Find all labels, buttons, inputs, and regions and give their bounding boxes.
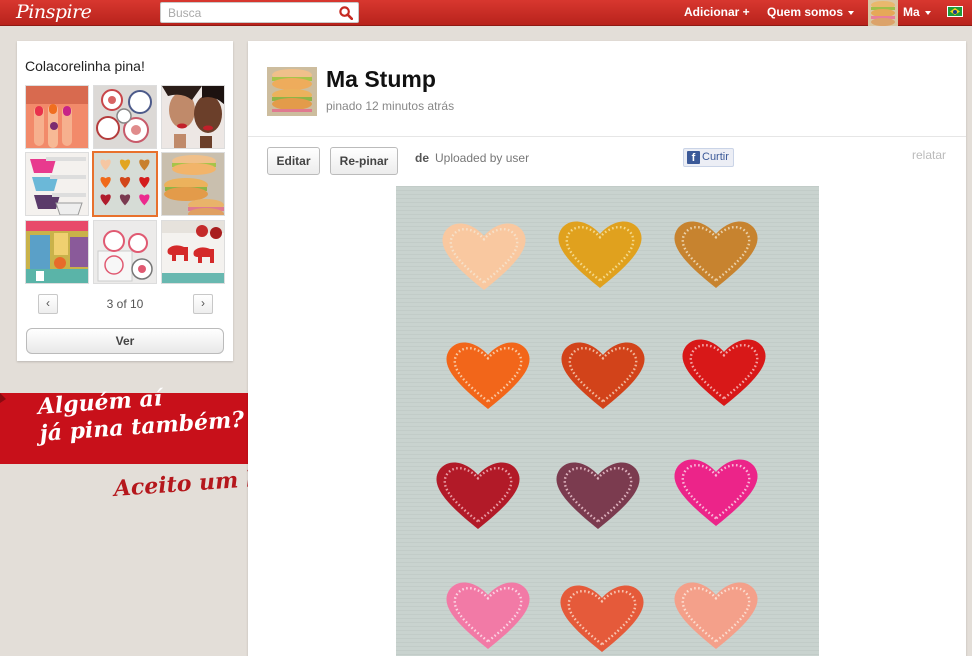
edit-button[interactable]: Editar	[267, 147, 320, 175]
user-menu[interactable]: Ma	[903, 5, 931, 19]
thumbnail-craft-room[interactable]	[25, 220, 89, 284]
user-name: Ma	[903, 5, 920, 19]
thumbnail-teacups[interactable]	[25, 152, 89, 216]
thumbnail-felt-hearts[interactable]	[92, 151, 158, 217]
search-icon[interactable]	[339, 6, 353, 20]
chevron-right-icon[interactable]: ›	[193, 294, 213, 314]
pin-card: Ma Stump pinado 12 minutos atrás Editar …	[248, 41, 966, 656]
pin-user-name[interactable]: Ma Stump	[326, 66, 436, 93]
chevron-left-icon[interactable]: ‹	[38, 294, 58, 314]
thumbnail-plates[interactable]	[93, 85, 157, 149]
search-input[interactable]	[161, 3, 331, 22]
pin-image[interactable]	[396, 186, 819, 656]
add-menu[interactable]: Adicionar +	[684, 5, 750, 19]
about-menu-label: Quem somos	[767, 5, 844, 19]
pin-time: pinado 12 minutos atrás	[326, 99, 455, 113]
thumbnail-nails[interactable]	[25, 85, 89, 149]
user-avatar[interactable]	[868, 0, 898, 26]
pin-user-avatar[interactable]	[267, 67, 317, 116]
facebook-icon: f	[687, 151, 700, 164]
thumbnail-lipstick-ring[interactable]	[161, 85, 225, 149]
pin-source: Uploaded by user	[435, 151, 530, 165]
report-link[interactable]: relatar	[912, 148, 946, 162]
view-board-button[interactable]: Ver	[26, 328, 224, 354]
chevron-down-icon	[924, 10, 931, 15]
search-box[interactable]	[160, 2, 359, 23]
thumbnail-elephant-garland[interactable]	[161, 220, 225, 284]
board-panel: Colacorelinha pina! ‹ 3 of 10 › Ver	[17, 41, 233, 361]
repin-button[interactable]: Re-pinar	[330, 147, 398, 175]
thumbnail-macarons[interactable]	[161, 152, 225, 216]
top-bar: Pinspire Adicionar + Quem somos Ma	[0, 0, 972, 26]
brazil-flag-icon[interactable]	[947, 6, 963, 17]
pinspire-logo[interactable]: Pinspire	[16, 1, 92, 23]
board-title: Colacorelinha pina!	[25, 58, 145, 74]
facebook-like-label: Curtir	[702, 151, 729, 163]
thumbnail-stamps[interactable]	[93, 220, 157, 284]
source-prefix: de	[415, 151, 430, 165]
board-pager-label: 3 of 10	[106, 297, 144, 311]
chevron-down-icon	[848, 10, 855, 15]
facebook-like-button[interactable]: f Curtir	[683, 148, 734, 167]
about-menu[interactable]: Quem somos	[767, 5, 855, 19]
divider	[248, 136, 966, 137]
